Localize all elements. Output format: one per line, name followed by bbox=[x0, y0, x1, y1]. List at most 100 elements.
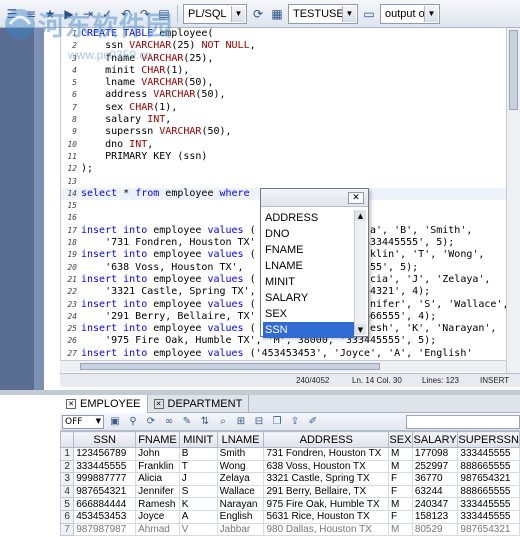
column-header[interactable]: SSN bbox=[73, 431, 137, 448]
table-cell[interactable]: Alicia bbox=[135, 472, 180, 486]
table-cell[interactable]: 975 Fire Oak, Humble TX bbox=[263, 497, 390, 511]
table-cell[interactable]: 333445555 bbox=[73, 459, 137, 474]
table-cell[interactable]: 980 Dallas, Houston TX bbox=[263, 522, 390, 537]
column-header[interactable]: SEX bbox=[388, 431, 413, 448]
table-cell[interactable]: Wallace bbox=[216, 484, 265, 499]
redo-icon[interactable]: ↷ bbox=[137, 6, 153, 22]
table-cell[interactable]: Narayan bbox=[216, 497, 265, 511]
column-header[interactable]: FNAME bbox=[135, 431, 180, 448]
autocomplete-item[interactable]: MINIT bbox=[263, 274, 354, 290]
column-header[interactable]: SUPERSSN bbox=[457, 431, 520, 448]
table-cell[interactable]: F bbox=[388, 509, 413, 524]
column-header[interactable]: SALARY bbox=[411, 431, 459, 448]
table-cell[interactable]: 158123 bbox=[411, 509, 459, 524]
table-cell[interactable]: 333445555 bbox=[457, 509, 520, 524]
editor-vertical-scrollbar[interactable] bbox=[506, 28, 520, 374]
star-icon[interactable]: ★ bbox=[42, 6, 58, 22]
autocomplete-item[interactable]: SALARY bbox=[263, 290, 354, 306]
table-cell[interactable]: Jabbar bbox=[216, 522, 265, 537]
table-cell[interactable]: T bbox=[178, 459, 218, 474]
table-cell[interactable]: 731 Fondren, Houston TX bbox=[263, 447, 390, 461]
table-cell[interactable]: 3321 Castle, Spring TX bbox=[263, 472, 390, 486]
language-select[interactable]: PL/SQL ▼ bbox=[183, 3, 247, 24]
table-cell[interactable]: Zelaya bbox=[216, 472, 265, 486]
table-cell[interactable]: Franklin bbox=[135, 459, 180, 474]
insert-row-icon[interactable]: ⊞ bbox=[234, 415, 248, 429]
document-icon[interactable]: ▭ bbox=[361, 6, 377, 22]
table-cell[interactable]: 177098 bbox=[411, 447, 459, 461]
autocomplete-item[interactable]: SSN bbox=[263, 322, 354, 338]
code-line[interactable]: 2 ssn VARCHAR(25) NOT NULL, bbox=[61, 40, 506, 52]
table-cell[interactable]: 987654321 bbox=[73, 484, 137, 499]
table-cell[interactable]: John bbox=[135, 447, 180, 461]
pencil-icon[interactable]: ✐ bbox=[306, 415, 320, 429]
refresh-icon[interactable]: ⟳ bbox=[250, 6, 266, 22]
scroll-up-icon[interactable]: ▲ bbox=[355, 210, 366, 221]
table-cell[interactable]: 80529 bbox=[411, 522, 459, 537]
output-select[interactable]: output off ▼ bbox=[380, 3, 440, 24]
save-icon[interactable]: ▣ bbox=[108, 415, 122, 429]
row-number[interactable]: 7 bbox=[60, 522, 75, 537]
close-icon[interactable]: ✕ bbox=[153, 399, 164, 409]
grid-mode-select[interactable]: OFF ▼ bbox=[62, 414, 104, 429]
table-cell[interactable]: M bbox=[388, 522, 413, 537]
autocomplete-item[interactable]: ADDRESS bbox=[263, 210, 354, 226]
table-cell[interactable]: Joyce bbox=[135, 509, 180, 524]
autocomplete-item[interactable]: DNO bbox=[263, 226, 354, 242]
filter-icon[interactable]: ⚲ bbox=[126, 415, 140, 429]
list-icon[interactable]: ≡ bbox=[23, 6, 39, 22]
table-row[interactable]: 2 333445555 Franklin T Wong 638 Voss, Houston… bbox=[60, 459, 520, 474]
row-number[interactable]: 5 bbox=[60, 497, 75, 511]
result-grid[interactable]: SSN FNAME MINIT LNAME ADDRESS SEX SALARY SUPERS… bbox=[60, 431, 520, 537]
close-icon[interactable]: ✕ bbox=[348, 192, 364, 204]
code-line[interactable]: 4 minit CHAR(1), bbox=[61, 65, 506, 77]
step-icon[interactable]: ⇥ bbox=[80, 6, 96, 22]
table-cell[interactable]: 252997 bbox=[411, 459, 459, 474]
table-cell[interactable]: 240347 bbox=[411, 497, 459, 511]
table-cell[interactable]: Jennifer bbox=[135, 484, 180, 499]
row-number[interactable]: 1 bbox=[60, 447, 75, 461]
table-cell[interactable]: 666884444 bbox=[73, 497, 137, 511]
code-line[interactable]: 6 address VARCHAR(50), bbox=[61, 89, 506, 101]
delete-row-icon[interactable]: ⊟ bbox=[252, 415, 266, 429]
table-cell[interactable]: 333445555 bbox=[457, 497, 520, 511]
code-line[interactable]: 7 sex CHAR(1), bbox=[61, 102, 506, 114]
copy-icon[interactable]: ❐ bbox=[270, 415, 284, 429]
column-header[interactable]: MINIT bbox=[178, 431, 218, 448]
table-cell[interactable]: M bbox=[388, 497, 413, 511]
table-cell[interactable]: 638 Voss, Houston TX bbox=[263, 459, 390, 474]
table-cell[interactable]: Ahmad bbox=[135, 522, 180, 537]
column-header[interactable]: LNAME bbox=[216, 431, 265, 448]
refresh-icon[interactable]: ⟳ bbox=[144, 415, 158, 429]
autocomplete-item[interactable]: FNAME bbox=[263, 242, 354, 258]
popup-scrollbar[interactable]: ▲ ▼ bbox=[354, 210, 366, 335]
autocomplete-item[interactable]: SEX bbox=[263, 306, 354, 322]
table-cell[interactable]: M bbox=[388, 447, 413, 461]
table-cell[interactable]: 888665555 bbox=[457, 459, 520, 474]
table-cell[interactable]: 888665555 bbox=[457, 484, 520, 499]
menu-icon[interactable]: ☰ bbox=[4, 6, 20, 22]
table-cell[interactable]: 63244 bbox=[411, 484, 459, 499]
table-cell[interactable]: 987654321 bbox=[457, 522, 520, 537]
tab-employee[interactable]: ✕ EMPLOYEE bbox=[60, 395, 148, 413]
export-icon[interactable]: ⇪ bbox=[288, 415, 302, 429]
table-cell[interactable]: Ramesh bbox=[135, 497, 180, 511]
table-cell[interactable]: M bbox=[388, 459, 413, 474]
table-cell[interactable]: 987987987 bbox=[73, 522, 137, 537]
table-cell[interactable]: 333445555 bbox=[457, 447, 520, 461]
table-cell[interactable]: English bbox=[216, 509, 265, 524]
table-cell[interactable]: Wong bbox=[216, 459, 265, 474]
row-number[interactable]: 3 bbox=[60, 472, 75, 486]
sort-icon[interactable]: ⇅ bbox=[198, 415, 212, 429]
table-cell[interactable]: K bbox=[178, 497, 218, 511]
table-cell[interactable]: A bbox=[178, 509, 218, 524]
table-cell[interactable]: B bbox=[178, 447, 218, 461]
table-cell[interactable]: 999887777 bbox=[73, 472, 137, 486]
search-icon[interactable]: ⌕ bbox=[216, 415, 230, 429]
code-line[interactable]: 13 bbox=[61, 176, 506, 188]
code-line[interactable]: 11 PRIMARY KEY (ssn) bbox=[61, 151, 506, 163]
table-row[interactable]: 4 987654321 Jennifer S Wallace 291 Berry, Bel… bbox=[60, 484, 520, 499]
database-icon[interactable]: ▦ bbox=[269, 6, 285, 22]
scroll-down-icon[interactable]: ▼ bbox=[355, 324, 366, 335]
code-line[interactable]: 27 insert into employee values ('45345345… bbox=[61, 348, 506, 360]
